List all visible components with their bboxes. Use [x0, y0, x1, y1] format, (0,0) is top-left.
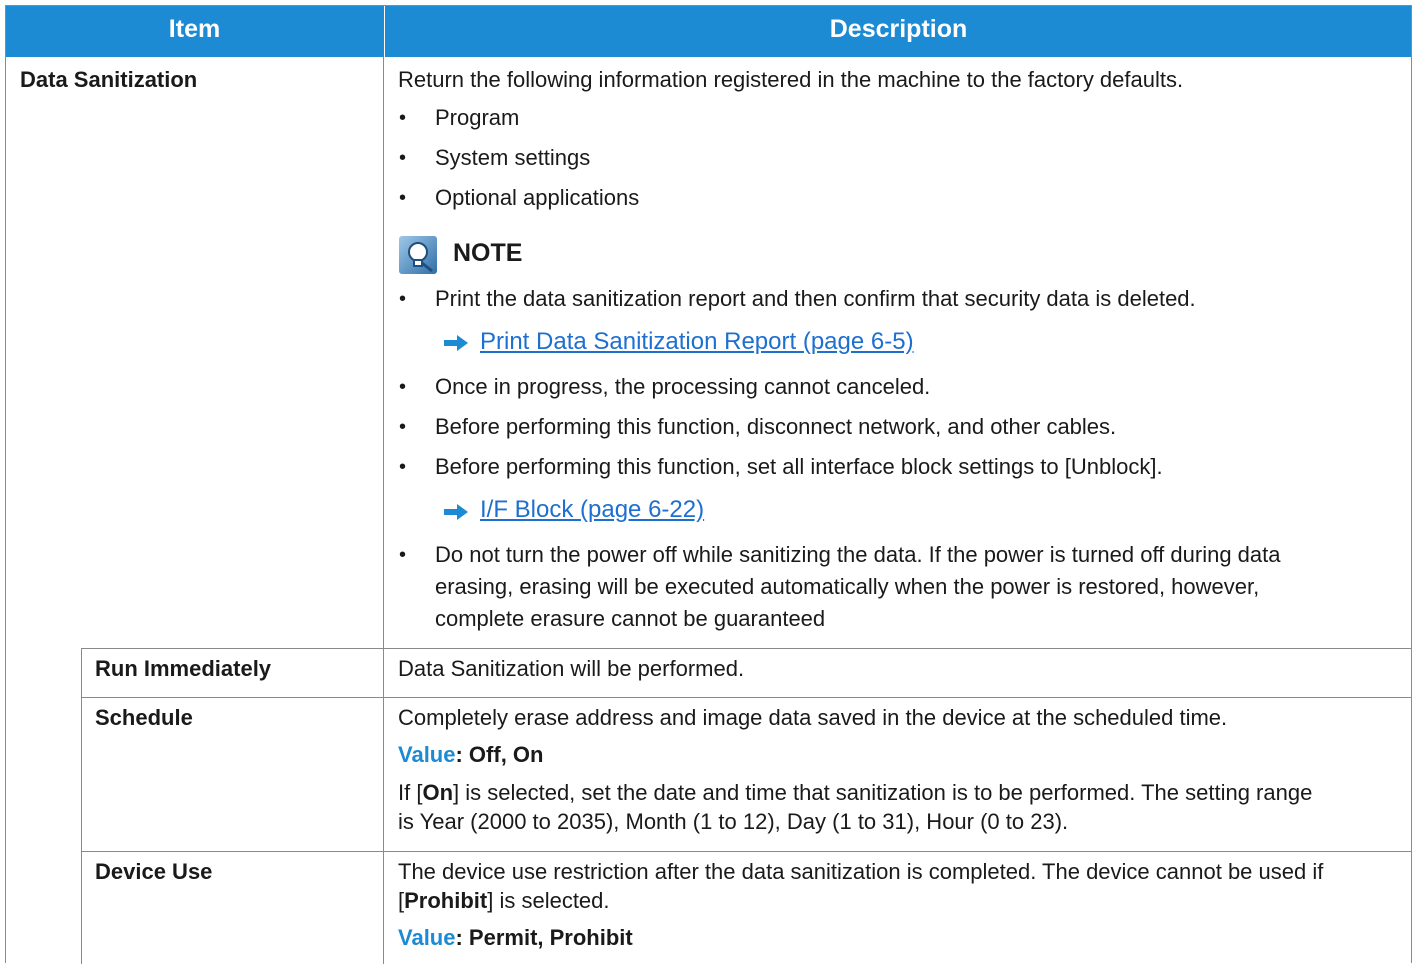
device-use-description-line2: [Prohibit] is selected. [398, 888, 610, 914]
bullet: • [399, 416, 407, 438]
data-sanitization-intro: Return the following information registe… [398, 67, 1184, 92]
indent-divider [81, 648, 82, 964]
detail-text: ] is selected, set the date and time tha… [453, 780, 1313, 805]
value-options: : Off, On [455, 742, 544, 767]
value-label: Value [398, 742, 456, 767]
column-divider [383, 57, 384, 964]
value-label: Value [398, 925, 456, 950]
settings-table: Item Description Data Sanitization Retur… [5, 5, 1412, 964]
header-description: Description [384, 6, 1412, 57]
note-bullet-line: complete erasure cannot be guaranteed [435, 606, 826, 631]
schedule-detail: If [On] is selected, set the date and ti… [398, 780, 1312, 806]
bullet: • [399, 288, 407, 310]
table-header: Item Description [6, 6, 1411, 57]
item-data-sanitization: Data Sanitization [20, 67, 198, 92]
note-bullet: Once in progress, the processing cannot … [435, 374, 931, 399]
schedule-description: Completely erase address and image data … [398, 705, 1228, 730]
list-item: Optional applications [435, 185, 640, 210]
item-schedule: Schedule [95, 705, 193, 730]
list-item: System settings [435, 145, 591, 170]
note-lightbulb-icon [398, 235, 438, 280]
arrow-right-icon [443, 503, 469, 526]
header-item: Item [168, 15, 221, 43]
link-if-block[interactable]: I/F Block (page 6-22) [480, 497, 704, 523]
value-options: : Permit, Prohibit [455, 925, 633, 950]
row-divider [81, 648, 1411, 649]
bullet: • [399, 544, 407, 566]
device-use-description: The device use restriction after the dat… [398, 859, 1324, 884]
note-bullet: Print the data sanitization report and t… [435, 286, 1196, 311]
schedule-detail-line2: is Year (2000 to 2035), Month (1 to 12),… [398, 809, 1069, 834]
bullet: • [399, 147, 407, 169]
note-bullet: Before performing this function, disconn… [435, 414, 1117, 439]
detail-text: If [ [398, 780, 423, 805]
note-bullet-line: erasing, erasing will be executed automa… [435, 574, 1260, 599]
note-bullet-line: Do not turn the power off while sanitizi… [435, 542, 1281, 567]
note-title: NOTE [453, 239, 523, 267]
arrow-right-icon [443, 334, 469, 357]
device-use-value: Value: Permit, Prohibit [398, 925, 633, 951]
item-run-immediately: Run Immediately [95, 656, 272, 681]
bullet: • [399, 376, 407, 398]
link-print-data-sanitization-report[interactable]: Print Data Sanitization Report (page 6-5… [480, 329, 914, 355]
item-device-use: Device Use [95, 859, 213, 884]
row-divider [81, 697, 1411, 698]
bullet: • [399, 187, 407, 209]
row-divider [81, 851, 1411, 852]
desc-bold: Prohibit [404, 888, 488, 913]
run-immediately-description: Data Sanitization will be performed. [398, 656, 745, 681]
desc-text: ] is selected. [487, 888, 610, 913]
note-bullet: Before performing this function, set all… [435, 454, 1163, 479]
bullet: • [399, 456, 407, 478]
list-item: Program [435, 105, 520, 130]
schedule-value: Value: Off, On [398, 742, 543, 768]
detail-bold: On [422, 780, 454, 805]
bullet: • [399, 107, 407, 129]
